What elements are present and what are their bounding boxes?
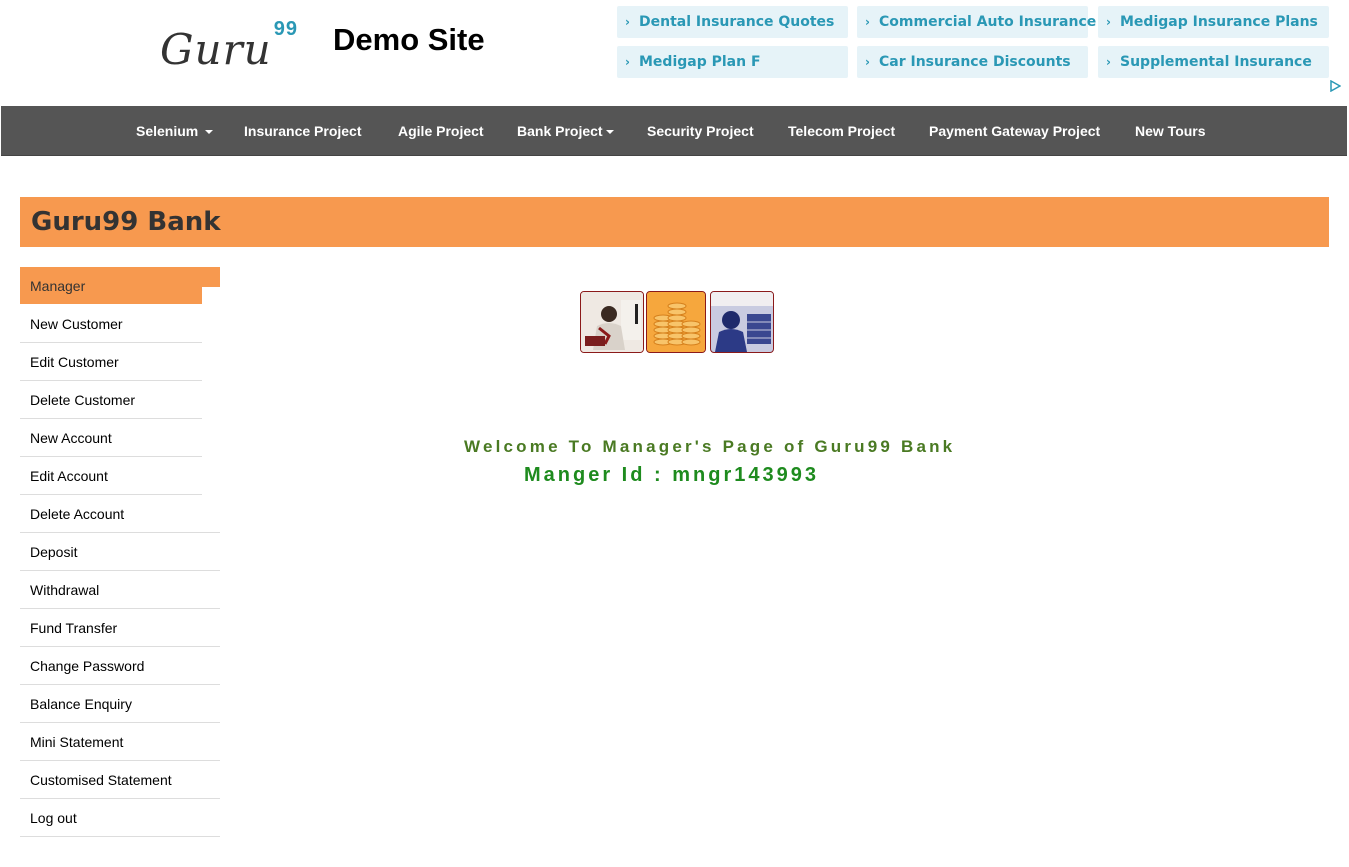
sidebar-item-delete-account[interactable]: Delete Account <box>20 495 220 533</box>
ad-link[interactable]: › Car Insurance Discounts <box>857 46 1088 78</box>
sidebar-item-new-account[interactable]: New Account <box>20 419 202 457</box>
sidebar-item-manager[interactable]: Manager <box>20 267 220 304</box>
chevron-right-icon: › <box>1106 15 1111 29</box>
logo-superscript: 99 <box>273 18 298 40</box>
sidebar-item-change-password[interactable]: Change Password <box>20 647 220 685</box>
chevron-right-icon: › <box>625 15 630 29</box>
nav-insurance-project[interactable]: Insurance Project <box>244 106 362 156</box>
nav-agile-project[interactable]: Agile Project <box>398 106 484 156</box>
customer-photo-image <box>710 291 774 353</box>
welcome-message: Welcome To Manager's Page of Guru99 Bank <box>464 437 956 456</box>
chevron-right-icon: › <box>625 55 630 69</box>
manager-id-label: Manger Id : mngr143993 <box>524 464 819 486</box>
guru99-logo[interactable]: Guru 99 <box>160 18 298 74</box>
sidebar-item-log-out[interactable]: Log out <box>20 799 220 837</box>
sidebar-item-mini-statement[interactable]: Mini Statement <box>20 723 220 761</box>
sidebar-item-edit-customer[interactable]: Edit Customer <box>20 343 202 381</box>
sidebar-item-balance-enquiry[interactable]: Balance Enquiry <box>20 685 220 723</box>
nav-selenium[interactable]: Selenium <box>136 106 214 156</box>
banker-photo-image <box>580 291 644 353</box>
sidebar-item-deposit[interactable]: Deposit <box>20 533 220 571</box>
nav-bank-project[interactable]: Bank Project <box>517 106 614 156</box>
chevron-right-icon: › <box>1106 55 1111 69</box>
ad-link[interactable]: › Medigap Insurance Plans <box>1098 6 1329 38</box>
sidebar-item-customised-statement[interactable]: Customised Statement <box>20 761 220 799</box>
sidebar-item-new-customer[interactable]: New Customer <box>20 305 202 343</box>
bank-title-bar: Guru99 Bank <box>20 197 1329 247</box>
nav-payment-gateway-project[interactable]: Payment Gateway Project <box>929 106 1100 156</box>
sidebar-item-fund-transfer[interactable]: Fund Transfer <box>20 609 220 647</box>
nav-security-project[interactable]: Security Project <box>647 106 754 156</box>
caret-down-icon <box>205 130 214 135</box>
site-title: Demo Site <box>333 22 485 57</box>
chevron-right-icon: › <box>865 55 870 69</box>
main-navbar: Selenium Insurance Project Agile Project… <box>1 106 1347 156</box>
coins-image <box>646 291 706 353</box>
chevron-right-icon: › <box>865 15 870 29</box>
ad-link[interactable]: › Medigap Plan F <box>617 46 848 78</box>
ad-link[interactable]: › Supplemental Insurance <box>1098 46 1329 78</box>
nav-new-tours[interactable]: New Tours <box>1135 106 1206 156</box>
bank-banner-images <box>580 291 774 353</box>
ad-link[interactable]: › Dental Insurance Quotes <box>617 6 848 38</box>
ad-link[interactable]: › Commercial Auto Insurance <box>857 6 1096 38</box>
bank-title: Guru99 Bank <box>31 207 221 237</box>
sidebar-item-edit-account[interactable]: Edit Account <box>20 457 202 495</box>
logo-text: Guru <box>160 25 272 74</box>
caret-down-icon <box>605 130 614 135</box>
adchoices-icon[interactable] <box>1329 79 1342 95</box>
nav-telecom-project[interactable]: Telecom Project <box>788 106 895 156</box>
sidebar-item-withdrawal[interactable]: Withdrawal <box>20 571 220 609</box>
sidebar-item-delete-customer[interactable]: Delete Customer <box>20 381 202 419</box>
